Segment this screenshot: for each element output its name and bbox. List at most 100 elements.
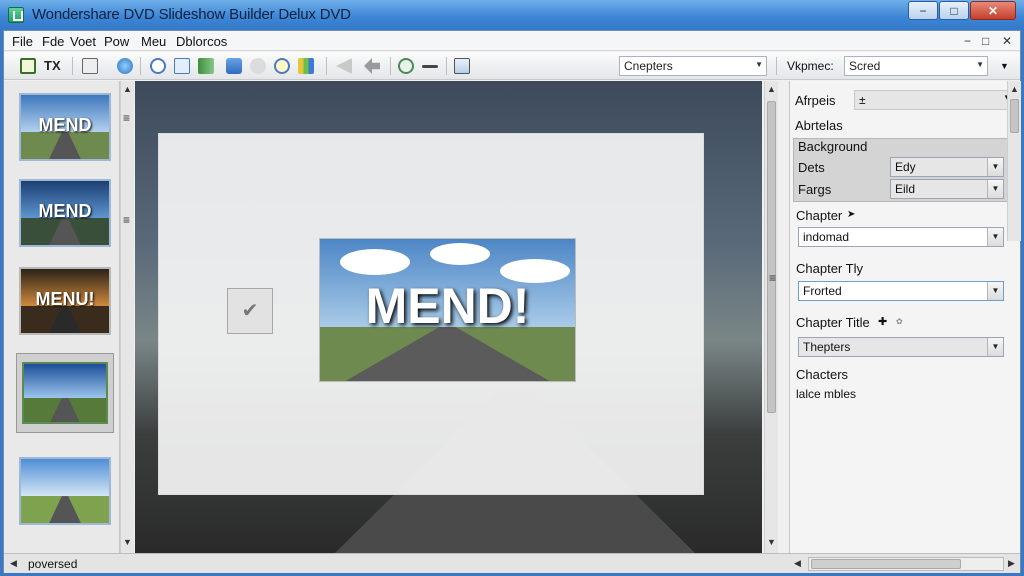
crop-icon[interactable] <box>174 58 190 74</box>
close-button[interactable]: ✕ <box>970 1 1016 20</box>
scroll-up-icon[interactable]: ▲ <box>123 84 132 94</box>
preview-scrollbar[interactable]: ▲ ▼ <box>764 81 778 553</box>
menu-edit[interactable]: Fde <box>42 34 64 49</box>
thumbnail-4[interactable] <box>22 362 108 424</box>
view-combo[interactable]: Scred ▼ <box>844 56 988 76</box>
scroll-left-icon[interactable]: ◀ <box>794 558 801 569</box>
properties-label: Afrpeis <box>795 93 836 108</box>
preview-card: ✔ MEND! <box>158 133 704 495</box>
chevron-down-icon: ▼ <box>976 60 984 69</box>
menu-pow[interactable]: Pow <box>104 34 129 49</box>
minimize-button[interactable]: − <box>908 1 938 20</box>
dets-combo[interactable]: Edy ▼ <box>890 157 1004 177</box>
refresh-icon[interactable] <box>398 58 414 74</box>
chapters-combo-value: Cnepters <box>624 59 673 73</box>
scroll-left-icon[interactable]: ◀ <box>10 558 17 569</box>
section-header: Abrtelas <box>795 118 843 133</box>
globe-icon[interactable] <box>117 58 133 74</box>
window-controls: − □ ✕ <box>907 1 1016 20</box>
import-icon[interactable] <box>198 58 214 74</box>
menu-tools[interactable]: Dblorcos <box>176 34 227 49</box>
chapter-combo[interactable]: indomad ▼ <box>798 227 1004 247</box>
chapter-title-label: Chapter Title <box>796 315 870 330</box>
window-title: Wondershare DVD Slideshow Builder Delux … <box>32 6 351 23</box>
mdi-restore-button[interactable]: □ <box>982 34 989 48</box>
toolbar-separator <box>140 57 141 75</box>
thumbnail-1[interactable]: MEND <box>19 93 111 161</box>
toolbar-overflow-icon[interactable]: ▼ <box>1000 61 1009 71</box>
status-bar: ◀ poversed ◀ ▶ <box>4 553 1020 573</box>
thumbnail-panel: MEND MEND MENU! ▲ ≡ ≡ ▼ <box>4 81 134 553</box>
scroll-thumb[interactable] <box>811 559 961 569</box>
scroll-up-icon[interactable]: ▲ <box>1010 84 1019 94</box>
fargs-label: Fargs <box>798 182 832 197</box>
menu-title-text: MEND! <box>365 278 530 334</box>
grip-icon: ≡ <box>123 213 131 227</box>
restore-button[interactable]: □ <box>939 1 969 20</box>
chapter-tily-combo[interactable]: Frorted ▼ <box>798 281 1004 301</box>
window-icon[interactable] <box>454 58 470 74</box>
chapter-title-combo[interactable]: Thepters ▼ <box>798 337 1004 357</box>
tx-button[interactable]: TX <box>44 58 61 73</box>
chevron-down-icon: ▼ <box>755 60 763 69</box>
menu-view[interactable]: Voet <box>70 34 96 49</box>
mdi-close-button[interactable]: ✕ <box>1002 34 1012 48</box>
splitter-grip-icon[interactable]: ≡ <box>769 271 776 285</box>
properties-hscrollbar[interactable] <box>808 557 1004 571</box>
chapter-tily-label: Chapter Tly <box>796 261 863 276</box>
chart-icon[interactable] <box>298 58 314 74</box>
cursor-icon: ➤ <box>847 209 856 220</box>
shield-icon[interactable] <box>226 58 242 74</box>
plus-icon[interactable]: ✚ <box>878 315 887 328</box>
minus-icon[interactable] <box>422 65 438 68</box>
scroll-up-icon[interactable]: ▲ <box>767 84 776 94</box>
zoom-icon[interactable] <box>150 58 166 74</box>
menu-file[interactable]: File <box>12 34 33 49</box>
fargs-combo[interactable]: Eild ▼ <box>890 179 1004 199</box>
back-icon[interactable] <box>364 58 380 74</box>
view-label: Vkpmec: <box>787 59 834 73</box>
search-icon[interactable] <box>274 58 290 74</box>
preview-checkbox[interactable]: ✔ <box>227 288 273 334</box>
chapter-combo-value: indomad <box>803 230 850 244</box>
settings-icon[interactable] <box>250 58 266 74</box>
mdi-minimize-button[interactable]: − <box>964 34 971 48</box>
chevron-down-icon: ▼ <box>987 338 1003 356</box>
menu-menu[interactable]: Meu <box>141 34 166 49</box>
thumbnail-5[interactable] <box>19 457 111 525</box>
toolbar-separator <box>776 57 777 75</box>
chapter-title-combo-value: Thepters <box>803 340 851 354</box>
menu-preview: ✔ MEND! <box>135 81 762 553</box>
toolbar-separator <box>72 57 73 75</box>
thumbnail-2[interactable]: MEND <box>19 179 111 247</box>
menu-image[interactable]: MEND! <box>319 238 576 382</box>
toolbar: TX Cnepters ▼ Vkpmec: Scred ▼ ▼ <box>4 52 1020 80</box>
arrow-left-icon[interactable] <box>336 58 352 74</box>
scroll-right-icon[interactable]: ▶ <box>1008 558 1015 569</box>
thumbnail-3[interactable]: MENU! <box>19 267 111 335</box>
properties-combo[interactable]: ± ▼ <box>854 90 1016 110</box>
properties-scrollbar[interactable]: ▲ <box>1007 81 1021 241</box>
select-icon[interactable] <box>20 58 36 74</box>
thumbnail-label: MENU! <box>35 289 95 309</box>
scroll-thumb[interactable] <box>767 101 776 413</box>
toolbar-separator <box>390 57 391 75</box>
app-window: File Fde Voet Pow Meu Dblorcos − □ ✕ TX … <box>3 30 1021 573</box>
grip-icon: ≡ <box>123 111 131 125</box>
title-bar: Wondershare DVD Slideshow Builder Delux … <box>0 0 1024 30</box>
thumbnail-label: MEND <box>38 115 92 135</box>
menu-bar: File Fde Voet Pow Meu Dblorcos − □ ✕ <box>4 31 1020 51</box>
chapters-combo[interactable]: Cnepters ▼ <box>619 56 767 76</box>
toolbar-separator <box>326 57 327 75</box>
characters-label: Chacters <box>796 367 849 382</box>
thumbnail-label: MEND <box>38 201 92 221</box>
thumbnail-scrollbar[interactable]: ▲ ≡ ≡ ▼ <box>120 81 134 553</box>
scroll-down-icon[interactable]: ▼ <box>123 537 132 547</box>
app-icon <box>8 7 24 23</box>
chevron-down-icon: ▼ <box>987 180 1003 198</box>
scroll-down-icon[interactable]: ▼ <box>767 537 776 547</box>
properties-panel: Afrpeis ± ▼ Abrtelas Background Dets Edy… <box>789 81 1021 553</box>
layout-icon[interactable] <box>82 58 98 74</box>
scroll-thumb[interactable] <box>1010 99 1019 133</box>
view-combo-value: Scred <box>849 59 881 73</box>
